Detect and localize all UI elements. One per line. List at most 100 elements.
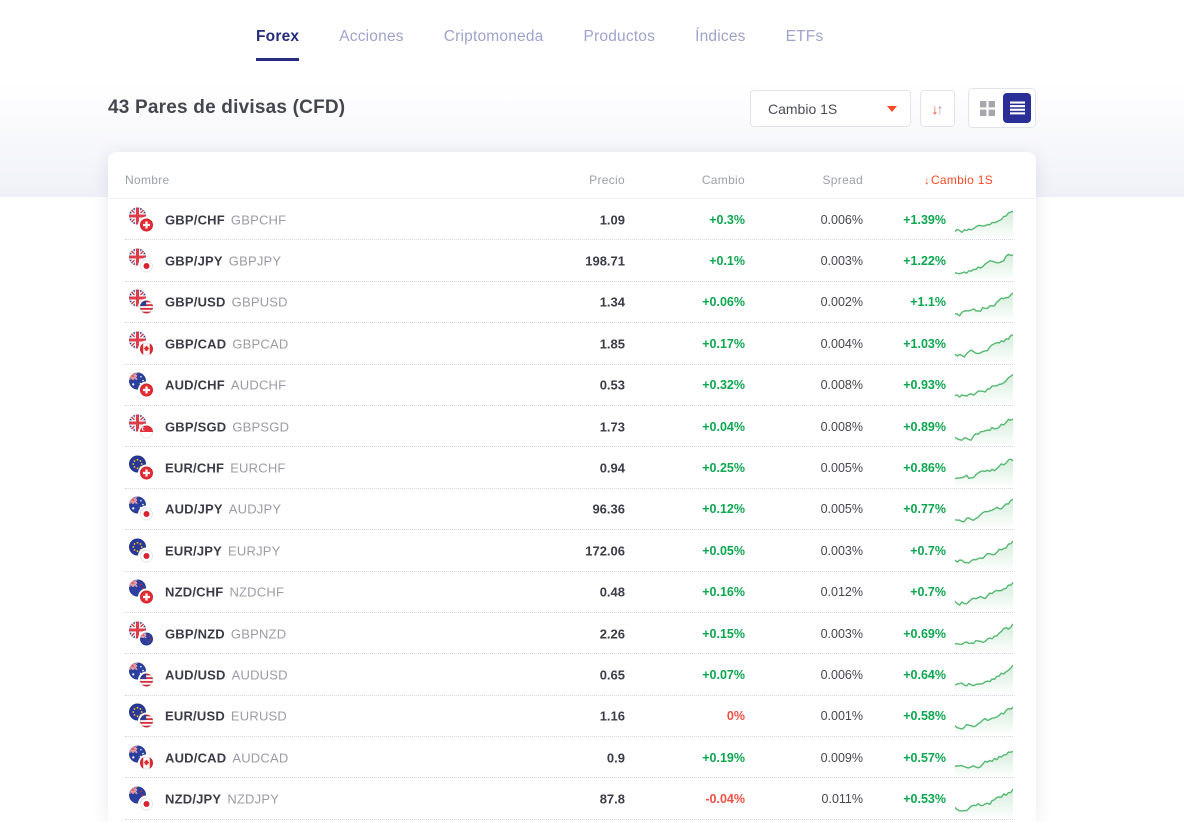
list-view-button[interactable] [1003,93,1031,123]
week-change-cell: +1.22% [903,254,946,268]
pair-ticker: GBPJPY [229,254,282,269]
forex-list-page: Forex Acciones Criptomoneda Productos Índice… [0,0,1184,822]
grid-icon [980,101,995,116]
instrument-flags [129,662,155,687]
column-header-cambio-1s[interactable]: ↓Cambio 1S [924,173,993,187]
pair-name: EUR/USD [165,709,225,724]
sparkline-chart [955,450,1013,486]
pair-ticker: GBPCHF [231,212,286,227]
price-cell: 1.85 [600,336,625,351]
pair-name: NZD/JPY [165,792,221,807]
table-row-gbpjpy[interactable]: GBP/JPYGBPJPY198.71+0.1%0.003%+1.22% [108,240,1036,281]
tab-productos[interactable]: Productos [583,28,655,61]
spread-cell: 0.003% [821,627,863,641]
instrument-name: GBP/CAD GBPCAD [165,336,288,351]
week-change-cell: +1.1% [910,295,946,309]
pair-name: EUR/CHF [165,461,224,476]
pair-name: GBP/USD [165,295,226,310]
instrument-flags [129,787,155,812]
week-change-cell: +0.57% [903,751,946,765]
table-row-audusd[interactable]: AUD/USDAUDUSD0.65+0.07%0.006%+0.64% [108,654,1036,695]
spread-cell: 0.006% [821,213,863,227]
flag-chf-icon [140,384,153,397]
sparkline-chart [955,367,1013,403]
pair-ticker: GBPCAD [232,336,288,351]
table-row-eurjpy[interactable]: EUR/JPYEURJPY172.06+0.05%0.003%+0.7% [108,530,1036,571]
instrument-flags [129,704,155,729]
pair-ticker: AUDUSD [232,667,288,682]
category-tabs: Forex Acciones Criptomoneda Productos Índice… [256,28,823,61]
instrument-flags [129,249,155,274]
column-header-cambio: Cambio [702,173,745,187]
arrow-up-icon: ↑ [937,101,944,117]
pair-name: GBP/NZD [165,626,225,641]
pair-ticker: GBPUSD [232,295,288,310]
price-cell: 2.26 [600,626,625,641]
instrument-name: AUD/CADAUDCAD [165,750,288,765]
table-row-gbpchf[interactable]: GBP/CHFGBPCHF1.09+0.3%0.006%+1.39% [108,199,1036,240]
sparkline-chart [955,284,1013,320]
price-cell: 0.9 [607,750,625,765]
tab-acciones[interactable]: Acciones [339,28,404,61]
table-row-nzdchf[interactable]: NZD/CHFNZDCHF0.48+0.16%0.012%+0.7% [108,572,1036,613]
instrument-flags [129,745,155,770]
sparkline-chart [955,657,1013,693]
pair-name: GBP/CAD [165,336,226,351]
price-cell: 1.34 [600,295,625,310]
flag-usd-icon [140,715,153,728]
table-row-gbpnzd[interactable]: GBP/NZDGBPNZD2.26+0.15%0.003%+0.69% [108,613,1036,654]
change-cell: +0.05% [702,544,745,558]
change-cell: +0.15% [702,627,745,641]
instrument-flags [129,331,155,356]
instrument-flags [129,538,155,563]
price-cell: 1.16 [600,709,625,724]
tab-indices[interactable]: Índices [695,28,746,61]
instrument-flags [129,373,155,398]
tab-etfs[interactable]: ETFs [786,28,824,61]
table-row-audchf[interactable]: AUD/CHFAUDCHF0.53+0.32%0.008%+0.93% [108,365,1036,406]
table-row-nzdjpy[interactable]: NZD/JPYNZDJPY87.8-0.04%0.011%+0.53% [108,778,1036,819]
change-cell: +0.17% [702,337,745,351]
change-cell: +0.12% [702,502,745,516]
table-row-audcad[interactable]: AUD/CADAUDCAD0.9+0.19%0.009%+0.57% [108,737,1036,778]
week-change-cell: +0.7% [910,585,946,599]
table-row-audjpy[interactable]: AUD/JPYAUDJPY96.36+0.12%0.005%+0.77% [108,489,1036,530]
sort-field-dropdown[interactable]: Cambio 1S [750,90,911,127]
spread-cell: 0.012% [821,585,863,599]
column-header-spread: Spread [823,173,864,187]
spread-cell: 0.003% [821,544,863,558]
tab-forex[interactable]: Forex [256,28,299,61]
pair-name: NZD/CHF [165,585,223,600]
pair-name: AUD/USD [165,667,226,682]
pair-ticker: AUDCAD [232,750,288,765]
sparkline-chart [955,491,1013,527]
table-row-eurchf[interactable]: EUR/CHFEURCHF0.94+0.25%0.005%+0.86% [108,447,1036,488]
grid-view-button[interactable] [973,93,1001,123]
instrument-flags [129,207,155,232]
week-change-cell: +0.93% [903,378,946,392]
week-change-cell: +0.69% [903,627,946,641]
sparkline-chart [955,533,1013,569]
sparkline-chart [955,698,1013,734]
sparkline-chart [955,616,1013,652]
week-change-cell: +1.03% [903,337,946,351]
pair-name: EUR/JPY [165,543,222,558]
flag-chf-icon [140,591,153,604]
pair-ticker: EURUSD [231,709,287,724]
column-header-precio: Precio [589,173,625,187]
flag-chf-icon [140,467,153,480]
tab-criptomoneda[interactable]: Criptomoneda [444,28,544,61]
table-row-eurusd[interactable]: EUR/USDEURUSD1.160%0.001%+0.58% [108,696,1036,737]
flag-usd-icon [140,673,153,686]
sparkline-chart [955,574,1013,610]
flag-jpy-icon [140,549,153,562]
pair-ticker: AUDCHF [231,378,286,393]
table-body: GBP/CHFGBPCHF1.09+0.3%0.006%+1.39%GBP/JP… [108,199,1036,820]
table-row-gbpcad[interactable]: GBP/CADGBPCAD1.85+0.17%0.004%+1.03% [108,323,1036,364]
pair-ticker: EURCHF [230,461,285,476]
instrument-name: AUD/CHFAUDCHF [165,378,286,393]
sort-direction-button[interactable]: ↓ ↑ [920,90,955,127]
flag-usd-icon [140,301,153,314]
table-row-gbpsgd[interactable]: GBP/SGDGBPSGD1.73+0.04%0.008%+0.89% [108,406,1036,447]
table-row-gbpusd[interactable]: GBP/USDGBPUSD1.34+0.06%0.002%+1.1% [108,282,1036,323]
